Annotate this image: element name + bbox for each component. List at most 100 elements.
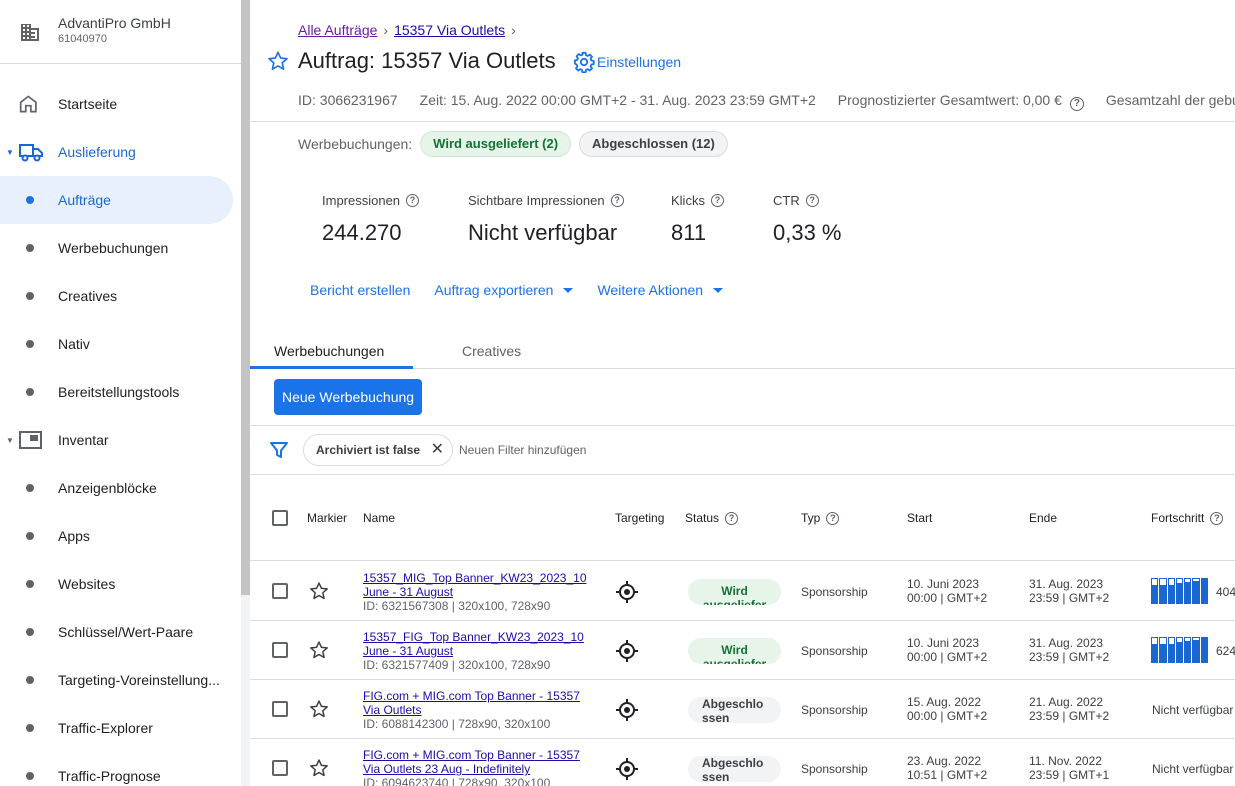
breadcrumb-order[interactable]: 15357 Via Outlets <box>394 22 505 38</box>
new-lineitem-button[interactable]: Neue Werbebuchung <box>274 379 423 415</box>
scrollbar-thumb[interactable] <box>241 0 250 595</box>
help-icon[interactable]: ? <box>610 194 624 207</box>
sidebar-item-websites[interactable]: Websites <box>0 560 233 608</box>
export-order-button[interactable]: Auftrag exportieren <box>434 282 574 298</box>
help-icon[interactable]: ? <box>725 511 739 525</box>
bullet-icon <box>26 196 34 204</box>
progress-bar <box>1151 637 1159 663</box>
help-icon[interactable]: ? <box>1210 511 1224 525</box>
type-cell: Sponsorship <box>801 644 868 658</box>
account-id: 61040970 <box>58 33 107 45</box>
column-header-start[interactable]: Start <box>907 511 932 525</box>
table-row[interactable]: FIG.com + MIG.com Top Banner - 15357 Via … <box>250 739 1235 786</box>
lineitem-name-line2: Via Outlets 23 Aug - Indefinitely <box>363 762 531 776</box>
sidebar-item-traffic-explorer[interactable]: Traffic-Explorer <box>0 704 233 752</box>
sidebar-item-creatives[interactable]: Creatives <box>0 272 233 320</box>
lineitem-name-link[interactable]: FIG.com + MIG.com Top Banner - 15357 Via … <box>363 748 593 776</box>
filter-chip-archived[interactable]: Archiviert ist false ✕ <box>303 434 454 466</box>
targeting-icon[interactable] <box>615 580 639 604</box>
column-header-name[interactable]: Name <box>363 511 395 525</box>
sidebar-item-orders[interactable]: Aufträge <box>0 176 233 224</box>
help-icon[interactable]: ? <box>826 511 840 525</box>
sidebar-item-inventory[interactable]: ▼ Inventar <box>0 416 233 464</box>
progress-chart <box>1151 637 1208 663</box>
help-icon[interactable]: ? <box>805 194 819 207</box>
lineitem-name-link[interactable]: FIG.com + MIG.com Top Banner - 15357 Via … <box>363 689 593 717</box>
sidebar-item-delivery-tools[interactable]: Bereitstellungstools <box>0 368 233 416</box>
lineitem-name-line1: 15357_MIG_Top Banner_KW23_2023_10 <box>363 571 587 585</box>
sidebar-item-native[interactable]: Nativ <box>0 320 233 368</box>
tab-lineitems[interactable]: Werbebuchungen <box>274 343 384 359</box>
star-icon[interactable] <box>309 581 329 601</box>
targeting-icon[interactable] <box>615 757 639 781</box>
star-icon[interactable] <box>309 699 329 719</box>
filter-icon[interactable] <box>270 441 288 459</box>
sidebar-item-targeting-presets[interactable]: Targeting-Voreinstellung... <box>0 656 233 704</box>
bullet-icon <box>26 292 34 300</box>
row-checkbox[interactable] <box>272 760 288 776</box>
tab-creatives[interactable]: Creatives <box>462 343 521 359</box>
row-checkbox[interactable] <box>272 701 288 717</box>
sidebar-item-key-values[interactable]: Schlüssel/Wert-Paare <box>0 608 233 656</box>
sidebar-item-apps[interactable]: Apps <box>0 512 233 560</box>
start-time: 00:00 | GMT+2 <box>907 650 988 664</box>
column-header-label: Typ <box>801 511 821 525</box>
order-total: Gesamtzahl der gebu <box>1105 92 1235 108</box>
start-date: 23. Aug. 2022 <box>907 754 982 768</box>
stat-value: 0,33 % <box>773 220 842 245</box>
table-row[interactable]: 15357_MIG_Top Banner_KW23_2023_10 June - … <box>250 562 1235 621</box>
chip-delivering[interactable]: Wird ausgeliefert (2) <box>420 131 572 157</box>
progress-bar <box>1200 578 1208 604</box>
star-icon[interactable] <box>267 50 289 72</box>
breadcrumb-all-orders[interactable]: Alle Aufträge <box>298 22 377 38</box>
row-checkbox[interactable] <box>272 642 288 658</box>
close-icon[interactable]: ✕ <box>431 435 444 465</box>
add-filter-input[interactable]: Neuen Filter hinzufügen <box>459 443 586 457</box>
progress-bar <box>1159 578 1167 604</box>
targeting-icon[interactable] <box>615 639 639 663</box>
row-checkbox[interactable] <box>272 583 288 599</box>
status-text-line1: Abgeschlo <box>702 756 764 770</box>
column-header-type[interactable]: Typ? <box>801 511 840 525</box>
help-icon[interactable]: ? <box>1069 97 1084 111</box>
building-icon <box>21 24 39 41</box>
progress-bar <box>1184 578 1192 604</box>
lineitem-name-link[interactable]: 15357_MIG_Top Banner_KW23_2023_10 June - … <box>363 571 593 599</box>
caret-down-icon: ▼ <box>6 435 14 445</box>
more-actions-button[interactable]: Weitere Aktionen <box>597 282 724 298</box>
sidebar-item-traffic-forecast[interactable]: Traffic-Prognose <box>0 752 233 786</box>
progress-bar-cap <box>1160 579 1166 585</box>
column-header-label: Status <box>685 511 720 525</box>
bullet-icon <box>26 340 34 348</box>
star-icon[interactable] <box>309 758 329 778</box>
gear-icon <box>573 51 595 73</box>
help-icon[interactable]: ? <box>406 194 420 207</box>
sidebar-item-home[interactable]: Startseite <box>0 80 233 128</box>
sidebar-item-lineitems[interactable]: Werbebuchungen <box>0 224 233 272</box>
settings-link[interactable]: Einstellungen <box>573 51 681 73</box>
sidebar-scrollbar[interactable] <box>241 0 250 786</box>
account-switcher[interactable]: AdvantiPro GmbH 61040970 <box>0 0 241 64</box>
lineitem-name-link[interactable]: 15357_FIG_Top Banner_KW23_2023_10 June - … <box>363 630 593 658</box>
progress-bar <box>1184 637 1192 663</box>
column-header-mark[interactable]: Markier <box>307 511 347 525</box>
sidebar-item-delivery[interactable]: ▼ Auslieferung <box>0 128 233 176</box>
sidebar-item-label: Werbebuchungen <box>58 240 169 256</box>
start-time: 00:00 | GMT+2 <box>907 591 988 605</box>
create-report-button[interactable]: Bericht erstellen <box>310 282 410 298</box>
end-time: 23:59 | GMT+1 <box>1029 768 1110 782</box>
table-row[interactable]: 15357_FIG_Top Banner_KW23_2023_10 June - … <box>250 621 1235 680</box>
select-all-checkbox[interactable] <box>272 510 288 526</box>
caret-down-icon: ▼ <box>6 147 14 157</box>
column-header-targeting[interactable]: Targeting <box>615 511 664 525</box>
start-cell: 10. Juni 2023 00:00 | GMT+2 <box>907 577 987 605</box>
help-icon[interactable]: ? <box>710 194 724 207</box>
sidebar-item-ad-units[interactable]: Anzeigenblöcke <box>0 464 233 512</box>
column-header-status[interactable]: Status? <box>685 511 739 525</box>
star-icon[interactable] <box>309 640 329 660</box>
chip-completed[interactable]: Abgeschlossen (12) <box>579 131 728 157</box>
column-header-end[interactable]: Ende <box>1029 511 1057 525</box>
table-row[interactable]: FIG.com + MIG.com Top Banner - 15357 Via … <box>250 680 1235 739</box>
targeting-icon[interactable] <box>615 698 639 722</box>
column-header-progress[interactable]: Fortschritt? <box>1151 511 1224 525</box>
